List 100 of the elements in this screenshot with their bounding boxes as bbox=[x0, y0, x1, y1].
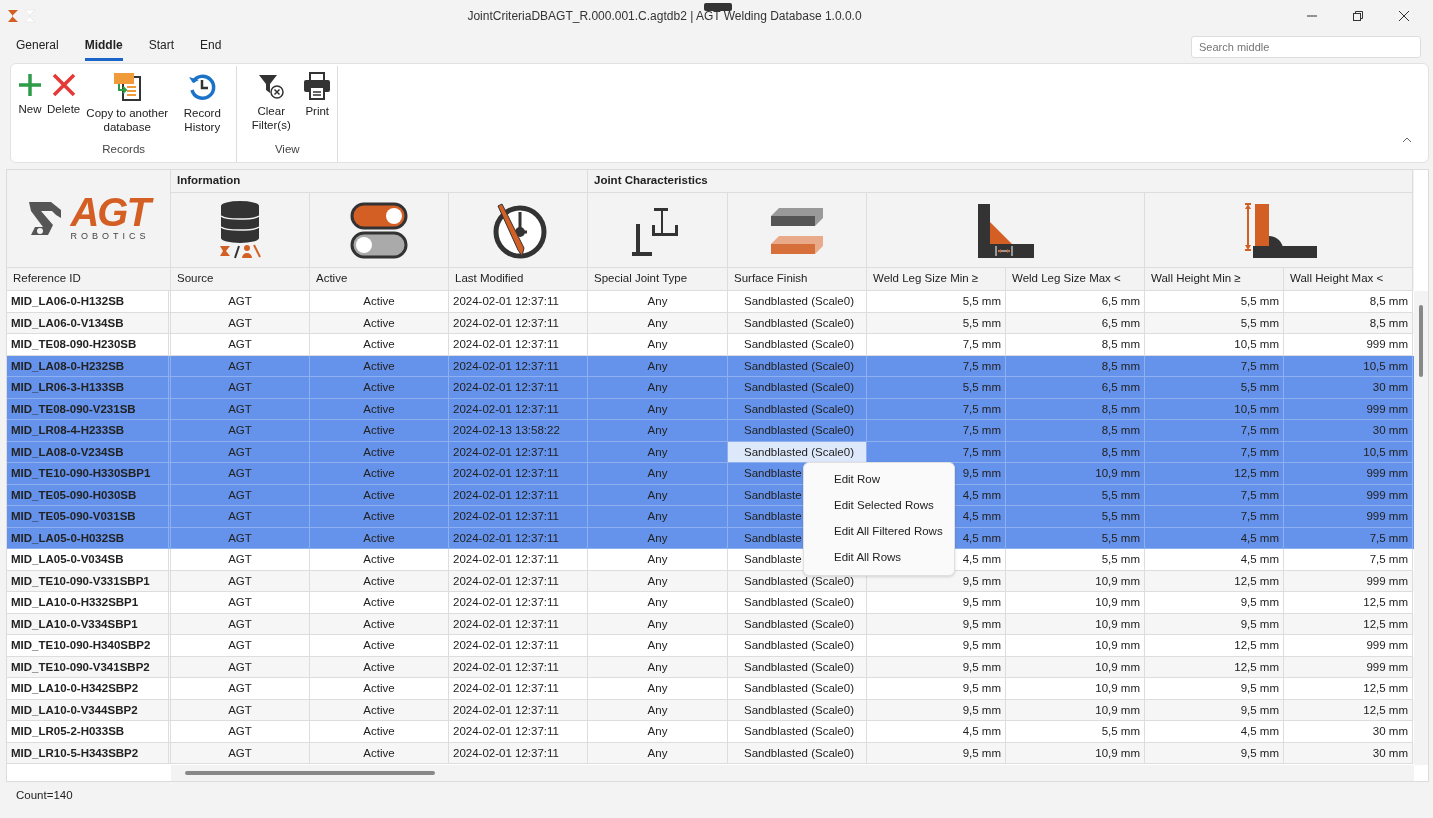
history-icon bbox=[187, 72, 218, 102]
filter-clear-icon bbox=[257, 72, 286, 100]
ribbon-button[interactable]: Clear Filter(s) bbox=[241, 72, 302, 132]
table-cell: 2024-02-01 12:37:11 bbox=[449, 506, 588, 528]
table-cell: 5,5 mm bbox=[1006, 549, 1145, 571]
table-cell: 10,9 mm bbox=[1006, 742, 1145, 764]
table-cell: AGT bbox=[171, 506, 310, 528]
table-cell: 12,5 mm bbox=[1284, 678, 1413, 700]
group-header: Joint Characteristics bbox=[588, 170, 1413, 193]
toggle-switch-icon bbox=[349, 200, 409, 260]
table-cell[interactable]: MID_LR10-5-H343SBP2 bbox=[7, 742, 171, 764]
group-label: Records bbox=[101, 141, 147, 157]
ribbon-button[interactable]: Delete bbox=[45, 72, 83, 116]
table-cell: AGT bbox=[171, 420, 310, 442]
table-cell: Any bbox=[588, 334, 728, 356]
table-cell: 5,5 mm bbox=[867, 291, 1006, 313]
document-copy-icon bbox=[112, 72, 143, 102]
table-cell: 12,5 mm bbox=[1284, 592, 1413, 614]
table-cell: Any bbox=[588, 635, 728, 657]
ribbon-button[interactable]: New bbox=[15, 72, 45, 116]
table-cell: 2024-02-01 12:37:11 bbox=[449, 721, 588, 743]
table-cell: 12,5 mm bbox=[1145, 635, 1284, 657]
table-cell: Sandblasted (Scale0) bbox=[728, 592, 867, 614]
table-cell: Active bbox=[310, 592, 449, 614]
table-cell: 9,5 mm bbox=[867, 742, 1006, 764]
table-cell: 7,5 mm bbox=[867, 334, 1006, 356]
table-cell: Active bbox=[310, 463, 449, 485]
table-cell: 5,5 mm bbox=[1006, 506, 1145, 528]
table-cell: 9,5 mm bbox=[1145, 592, 1284, 614]
table-cell: 8,5 mm bbox=[1006, 334, 1145, 356]
table-cell: 30 mm bbox=[1284, 742, 1413, 764]
table-cell: 30 mm bbox=[1284, 420, 1413, 442]
table-cell: 8,5 mm bbox=[1006, 420, 1145, 442]
table-cell: Active bbox=[310, 377, 449, 399]
table-cell: 30 mm bbox=[1284, 721, 1413, 743]
group-label: View bbox=[273, 141, 301, 157]
table-cell: Any bbox=[588, 721, 728, 743]
table-cell: Sandblasted (Scale0) bbox=[728, 291, 867, 313]
table-cell: 2024-02-13 13:58:22 bbox=[449, 420, 588, 442]
ribbon-button[interactable]: Copy to another database bbox=[82, 72, 173, 134]
table-cell: 30 mm bbox=[1284, 377, 1413, 399]
record-count: Count=140 bbox=[16, 788, 73, 804]
table-cell: Any bbox=[588, 377, 728, 399]
table-cell: AGT bbox=[171, 742, 310, 764]
table-cell: Sandblasted (Scale0) bbox=[728, 420, 867, 442]
plus-icon bbox=[17, 72, 43, 98]
table-cell: AGT bbox=[171, 549, 310, 571]
table-cell: 2024-02-01 12:37:11 bbox=[449, 463, 588, 485]
table-cell: 10,9 mm bbox=[1006, 463, 1145, 485]
tab[interactable]: Start bbox=[148, 32, 175, 61]
table-cell: 4,5 mm bbox=[867, 721, 1006, 743]
table-cell: 999 mm bbox=[1284, 635, 1413, 657]
tab[interactable]: End bbox=[200, 32, 222, 61]
group-header: Information bbox=[171, 170, 588, 193]
scroll-thumb[interactable] bbox=[185, 771, 435, 775]
table-cell: Active bbox=[310, 678, 449, 700]
table-cell: AGT bbox=[171, 463, 310, 485]
table-cell: 2024-02-01 12:37:11 bbox=[449, 549, 588, 571]
restore-icon bbox=[1353, 11, 1363, 21]
table-cell: 8,5 mm bbox=[1284, 291, 1413, 313]
table-cell: Sandblasted (Scale0) bbox=[728, 334, 867, 356]
table-cell: Active bbox=[310, 334, 449, 356]
table-cell: 7,5 mm bbox=[1145, 506, 1284, 528]
table-cell: 10,9 mm bbox=[1006, 592, 1145, 614]
table-cell: 2024-02-01 12:37:11 bbox=[449, 742, 588, 764]
search-field[interactable]: Search middle bbox=[1191, 35, 1421, 58]
table-cell: AGT bbox=[171, 678, 310, 700]
tab[interactable]: General bbox=[16, 32, 59, 61]
table-cell: 2024-02-01 12:37:11 bbox=[449, 334, 588, 356]
table-cell: Active bbox=[310, 420, 449, 442]
scroll-thumb[interactable] bbox=[1419, 305, 1423, 377]
table-cell: Active bbox=[310, 742, 449, 764]
ribbon-button[interactable]: Record History bbox=[172, 72, 233, 134]
table-cell: 4,5 mm bbox=[1145, 721, 1284, 743]
close-icon bbox=[50, 72, 77, 98]
horizontal-scrollbar[interactable] bbox=[171, 765, 1414, 781]
window-title: JointCriteriaDBAGT_R.000.001.C.agtdb2 | AGT Welding Database 1.0.0.0 bbox=[467, 9, 862, 23]
table-cell: Sandblasted (Scale0) bbox=[728, 377, 867, 399]
table-cell: Sandblasted (Scale0) bbox=[728, 678, 867, 700]
drag-handle[interactable] bbox=[704, 3, 732, 11]
logo-subtext: ROBOTICS bbox=[70, 229, 150, 243]
table-cell: AGT bbox=[171, 592, 310, 614]
table-cell: Sandblasted (Scale0) bbox=[728, 441, 867, 463]
table-cell: 10,5 mm bbox=[1145, 334, 1284, 356]
table-cell: Any bbox=[588, 291, 728, 313]
table-cell: 5,5 mm bbox=[1006, 721, 1145, 743]
table-cell: Any bbox=[588, 549, 728, 571]
ribbon-button[interactable]: Print bbox=[301, 72, 334, 118]
table-cell: AGT bbox=[171, 334, 310, 356]
table-cell: 999 mm bbox=[1284, 506, 1413, 528]
table-cell: 5,5 mm bbox=[867, 377, 1006, 399]
table-cell: 2024-02-01 12:37:11 bbox=[449, 291, 588, 313]
vertical-scrollbar[interactable] bbox=[1414, 291, 1428, 765]
table-cell: 5,5 mm bbox=[1145, 377, 1284, 399]
table-cell: 2024-02-01 12:37:11 bbox=[449, 377, 588, 399]
table-cell: 2024-02-01 12:37:11 bbox=[449, 592, 588, 614]
table-cell: AGT bbox=[171, 721, 310, 743]
table-cell: 6,5 mm bbox=[1006, 377, 1145, 399]
table-cell: 2024-02-01 12:37:11 bbox=[449, 635, 588, 657]
table-cell: 9,5 mm bbox=[867, 592, 1006, 614]
